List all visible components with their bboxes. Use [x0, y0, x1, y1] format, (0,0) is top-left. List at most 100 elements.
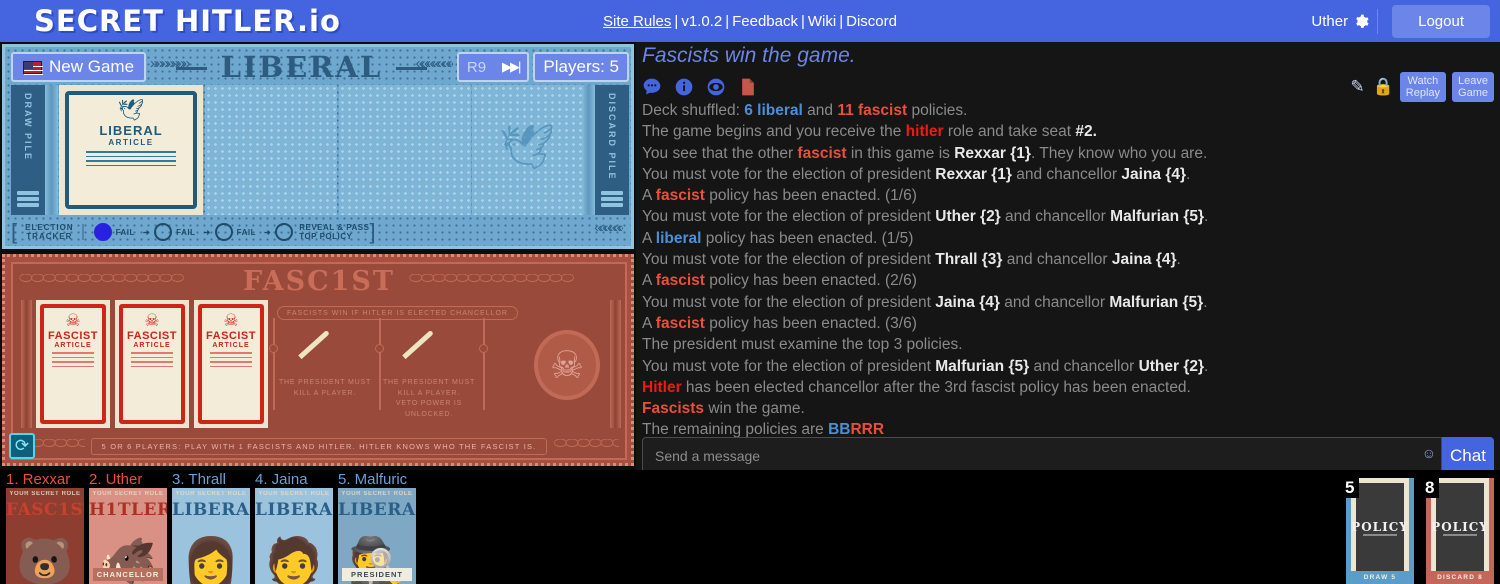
log-segment: has been elected chancellor after the 3r… — [681, 378, 1191, 396]
player-card[interactable]: 5. MalfuricYOUR SECRET ROLELIBERAL🕵PRESI… — [338, 471, 416, 584]
player-role-title: FASC1ST — [6, 500, 84, 520]
log-line: A fascist policy has been enacted. (2/6) — [642, 270, 1494, 291]
watch-replay-line-1: Watch — [1407, 74, 1439, 87]
user-settings-button[interactable]: Uther — [1303, 8, 1379, 34]
leave-game-button[interactable]: Leave Game — [1452, 71, 1494, 103]
power-5-line-4: UNLOCKED. — [404, 410, 454, 418]
player-card[interactable]: 3. Thrall YOUR SECRET ROLE LIBERAL 👩 — [172, 471, 250, 584]
pile-label: DISCARD 8 — [1426, 571, 1494, 584]
fascist-policy-track: ☠ FASCIST ARTICLE ☠ FASCIST ARTICLE ☠ FA… — [21, 300, 621, 428]
card-lines — [130, 352, 174, 370]
fascist-policy-card: ☠ FASCIST ARTICLE — [119, 304, 185, 424]
policy-card-back: POLICY — [1431, 483, 1488, 571]
site-logo: SECRET HITLER.io — [34, 4, 341, 38]
log-line: You see that the other fascist in this g… — [642, 143, 1494, 164]
logout-button[interactable]: Logout — [1392, 4, 1490, 38]
chat-bubble-icon[interactable] — [642, 77, 662, 97]
bracket-left: [ — [11, 219, 18, 244]
chain-decoration-right — [553, 439, 619, 453]
game-log[interactable]: Deck shuffled: 6 liberal and 11 fascist … — [642, 100, 1494, 468]
skull-icon: ☠ — [65, 311, 81, 330]
player-role-card: YOUR SECRET ROLELIBERAL🕵PRESIDENT — [338, 488, 416, 584]
log-segment: Jaina {4} — [1111, 251, 1177, 269]
emoji-icon[interactable]: ☺ — [1422, 445, 1436, 461]
edit-icon[interactable]: ✎ — [1350, 77, 1364, 97]
card-lines — [51, 352, 95, 370]
power-4-line-1: THE PRESIDENT MUST — [278, 379, 372, 386]
liberal-slot-1: 🕊 LIBERAL ARTICLE — [59, 85, 203, 215]
fast-forward-icon[interactable]: ▶▶| — [502, 59, 521, 75]
log-segment: fascist — [655, 187, 705, 205]
card-subtitle: ARTICLE — [108, 138, 154, 147]
power-slot-4-text: THE PRESIDENT MUST KILL A PLAYER. — [275, 378, 375, 399]
player-card[interactable]: 4. Jaina YOUR SECRET ROLE LIBERAL 🧑 — [255, 471, 333, 584]
discard-pile-card[interactable]: 8 POLICY DISCARD 8 — [1420, 478, 1494, 584]
bullet-icon — [298, 329, 330, 360]
player-role-header: YOUR SECRET ROLE — [9, 491, 81, 497]
player-strip: 1. Rexxar YOUR SECRET ROLE FASC1ST 🐻 2. Uthe… — [0, 470, 1500, 584]
player-badge: PRESIDENT — [342, 568, 412, 581]
eye-icon[interactable] — [706, 77, 726, 97]
nav-link-version[interactable]: v1.0.2 — [681, 13, 722, 30]
log-segment: Uther {2} — [1138, 357, 1205, 375]
gear-icon[interactable] — [1354, 14, 1369, 29]
log-line: Hitler has been elected chancellor after… — [642, 377, 1494, 398]
discard-pile[interactable]: DISCARD PILE — [595, 85, 629, 215]
log-segment: policy has been enacted. (3/6) — [704, 314, 917, 332]
nav-link-wiki[interactable]: Wiki — [808, 13, 836, 30]
player-card[interactable]: 2. Uther YOUR SECRET ROLE H1TLER 🐗 CHANCELLO… — [89, 471, 167, 584]
pile-count: 8 — [1420, 478, 1440, 498]
log-line: The game begins and you receive the hitl… — [642, 121, 1494, 142]
log-line: Deck shuffled: 6 liberal and 11 fascist … — [642, 100, 1494, 121]
watch-replay-button[interactable]: Watch Replay — [1399, 71, 1447, 103]
log-segment: win the game. — [704, 400, 805, 418]
election-tracker-node-2 — [214, 223, 233, 241]
power-4-line-2: KILL A PLAYER. — [293, 389, 357, 397]
liberal-slots: 🕊 LIBERAL ARTICLE — [58, 85, 582, 215]
fascist-slot-2: ☠ FASCIST ARTICLE — [115, 300, 189, 428]
log-segment: Deck shuffled: — [642, 102, 745, 119]
round-indicator[interactable]: R9 ▶▶| — [456, 52, 530, 82]
power-5-line-2: KILL A PLAYER. — [397, 389, 461, 397]
players-count: Players: 5 — [533, 52, 630, 82]
log-segment: #2. — [1075, 123, 1097, 141]
refresh-icon[interactable]: ⟳ — [9, 433, 35, 459]
chat-toolbar: ✎ 🔒 Watch Replay Leave Game — [636, 71, 1500, 103]
log-segment: in this game is — [846, 144, 955, 162]
log-segment: 6 liberal — [744, 102, 803, 119]
game-status-text: Fascists win the game. — [642, 44, 856, 67]
new-game-button[interactable]: New Game — [11, 52, 147, 82]
draw-pile-card[interactable]: 5 POLICY DRAW 5 — [1340, 478, 1414, 584]
us-flag-icon — [23, 60, 43, 74]
power-5-line-1: THE PRESIDENT MUST — [382, 379, 476, 386]
log-segment: and chancellor — [1029, 357, 1139, 375]
player-card[interactable]: 1. Rexxar YOUR SECRET ROLE FASC1ST 🐻 — [6, 471, 84, 584]
bullet-icon — [402, 329, 434, 360]
arrow-icon: ➜ — [264, 227, 272, 237]
et-label-2: TRACKER — [26, 232, 73, 241]
log-segment: and chancellor — [1002, 251, 1112, 269]
player-badge: CHANCELLOR — [93, 568, 163, 581]
log-segment: Malfurian {5} — [935, 357, 1030, 375]
nav-link-site-rules[interactable]: Site Rules — [603, 13, 671, 30]
log-segment: You must vote for the election of presid… — [642, 357, 936, 375]
nav-link-discord[interactable]: Discord — [846, 13, 897, 30]
election-tracker-node-1 — [154, 223, 173, 241]
draw-pile[interactable]: DRAW PILE — [11, 85, 45, 215]
lock-icon[interactable]: 🔒 — [1373, 77, 1394, 97]
log-segment: . — [1186, 165, 1191, 183]
card-title: FASCIST — [206, 330, 256, 342]
liberal-policy-track: DRAW PILE 🕊 LIBERAL ARTICLE 🕊 DISCARD PI… — [11, 85, 629, 215]
discard-pile-label: DISCARD PILE — [607, 93, 617, 181]
player-role-title: LIBERAL — [338, 500, 416, 520]
chain-decoration-right — [409, 274, 619, 288]
nav-link-feedback[interactable]: Feedback — [732, 13, 798, 30]
policy-doc-icon[interactable] — [738, 77, 758, 97]
info-icon[interactable] — [674, 77, 694, 97]
fascist-slot-1: ☠ FASCIST ARTICLE — [36, 300, 110, 428]
player-role-title: LIBERAL — [255, 500, 333, 520]
log-segment: . They know who you are. — [1030, 144, 1208, 162]
log-segment: hitler — [905, 123, 944, 141]
log-segment: Uther {2} — [935, 208, 1001, 226]
fascist-title: FASC1ST — [243, 265, 395, 297]
